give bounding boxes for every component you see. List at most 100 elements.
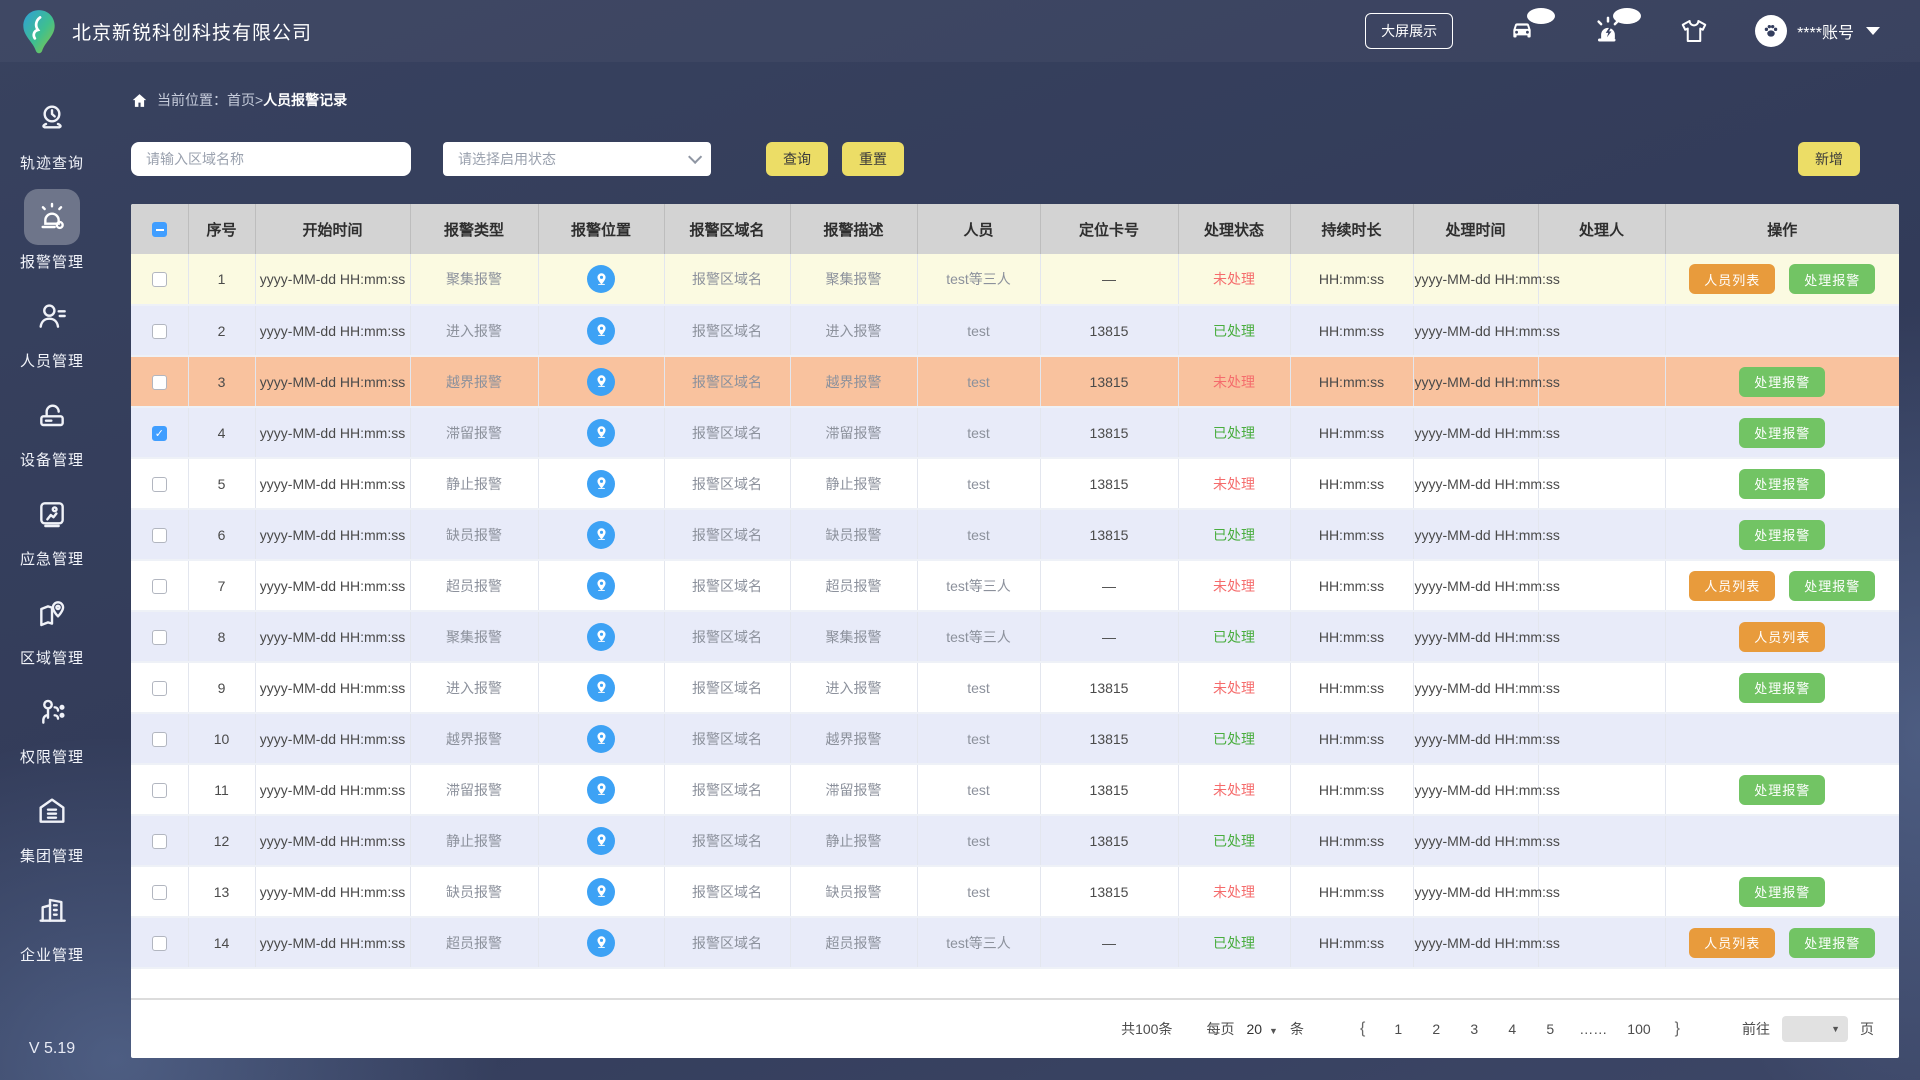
status-select[interactable]: 请选择启用状态 bbox=[443, 142, 711, 176]
search-button[interactable]: 查询 bbox=[766, 142, 828, 176]
location-pin-icon[interactable] bbox=[587, 520, 615, 549]
row-checkbox[interactable] bbox=[151, 323, 167, 339]
page-number[interactable]: 5 bbox=[1541, 1021, 1559, 1037]
map-pin-glyph bbox=[596, 630, 606, 642]
page-number[interactable]: 4 bbox=[1503, 1021, 1521, 1037]
location-pin-icon[interactable] bbox=[587, 775, 615, 804]
column-header-select bbox=[131, 204, 189, 254]
cell-start-time: yyyy-MM-dd HH:mm:ss bbox=[255, 305, 411, 357]
location-pin-icon[interactable] bbox=[587, 877, 615, 906]
person-list-button[interactable]: 人员列表 bbox=[1689, 927, 1776, 958]
handle-alarm-button[interactable]: 处理报警 bbox=[1739, 417, 1826, 448]
next-page-button[interactable]: } bbox=[1675, 1020, 1680, 1038]
account-label[interactable]: ****账号 bbox=[1797, 19, 1854, 43]
handle-alarm-button[interactable]: 处理报警 bbox=[1739, 519, 1826, 550]
home-icon[interactable] bbox=[131, 92, 148, 109]
location-pin-icon[interactable] bbox=[587, 418, 615, 447]
row-checkbox[interactable] bbox=[151, 731, 167, 747]
cell-person: test bbox=[917, 764, 1041, 816]
row-checkbox[interactable] bbox=[151, 629, 167, 645]
sidebar-item-personnel[interactable]: 人员管理 bbox=[0, 288, 104, 371]
status-badge: 未处理 bbox=[1213, 475, 1255, 492]
row-checkbox[interactable] bbox=[151, 527, 167, 543]
row-checkbox[interactable] bbox=[151, 425, 167, 441]
handle-alarm-button[interactable]: 处理报警 bbox=[1789, 570, 1876, 601]
table-row: 2 yyyy-MM-dd HH:mm:ss 进入报警 报警区域名 进入报警 test 138… bbox=[131, 305, 1899, 357]
add-button[interactable]: 新增 bbox=[1798, 142, 1860, 176]
person-list-button[interactable]: 人员列表 bbox=[1689, 570, 1776, 601]
handle-alarm-button[interactable]: 处理报警 bbox=[1739, 468, 1826, 499]
location-pin-icon[interactable] bbox=[587, 928, 615, 957]
handle-alarm-button[interactable]: 处理报警 bbox=[1789, 264, 1876, 294]
cell-area-name: 报警区域名 bbox=[664, 305, 791, 357]
select-all-checkbox[interactable] bbox=[151, 222, 167, 238]
cell-index: 10 bbox=[188, 713, 256, 765]
cell-status: 已处理 bbox=[1178, 509, 1291, 561]
enterprise-icon bbox=[24, 882, 80, 938]
page-number[interactable]: 2 bbox=[1427, 1021, 1445, 1037]
status-select-placeholder: 请选择启用状态 bbox=[458, 151, 556, 167]
alarm-siren-icon[interactable] bbox=[1591, 8, 1642, 46]
person-list-button[interactable]: 人员列表 bbox=[1689, 264, 1776, 294]
tshirt-icon[interactable] bbox=[1677, 16, 1711, 46]
cell-actions: 处理报警 bbox=[1665, 458, 1899, 510]
handle-alarm-button[interactable]: 处理报警 bbox=[1739, 672, 1826, 703]
location-pin-icon[interactable] bbox=[587, 826, 615, 855]
page-number[interactable]: 1 bbox=[1389, 1021, 1407, 1037]
user-avatar[interactable] bbox=[1755, 15, 1788, 47]
page-number[interactable]: 3 bbox=[1465, 1021, 1483, 1037]
handle-alarm-button[interactable]: 处理报警 bbox=[1739, 774, 1826, 805]
handle-alarm-button[interactable]: 处理报警 bbox=[1739, 876, 1826, 907]
sidebar-item-device[interactable]: 设备管理 bbox=[0, 387, 104, 470]
cell-select bbox=[131, 764, 189, 816]
vehicle-icon[interactable] bbox=[1505, 8, 1556, 46]
location-pin-icon[interactable] bbox=[587, 367, 615, 396]
location-pin-icon[interactable] bbox=[587, 673, 615, 702]
cell-person: test bbox=[917, 356, 1041, 408]
location-pin-icon[interactable] bbox=[587, 724, 615, 753]
cell-status: 已处理 bbox=[1178, 611, 1291, 663]
emergency-icon bbox=[24, 486, 80, 542]
row-checkbox[interactable] bbox=[151, 374, 167, 390]
sidebar-item-enterprise[interactable]: 企业管理 bbox=[0, 882, 104, 965]
cell-start-time: yyyy-MM-dd HH:mm:ss bbox=[255, 458, 411, 510]
cell-index: 6 bbox=[188, 509, 256, 561]
sidebar-item-emergency[interactable]: 应急管理 bbox=[0, 486, 104, 569]
breadcrumb-prefix: 当前位置：首页> bbox=[157, 92, 264, 108]
row-checkbox[interactable] bbox=[151, 884, 167, 900]
cell-card-no: — bbox=[1040, 611, 1179, 663]
sidebar-item-trajectory[interactable]: 轨迹查询 bbox=[0, 90, 104, 173]
breadcrumb: 当前位置：首页> 人员报警记录 bbox=[131, 90, 1899, 110]
column-header-status: 处理状态 bbox=[1178, 204, 1291, 254]
area-name-input[interactable] bbox=[131, 142, 411, 176]
sidebar-item-region[interactable]: 区域管理 bbox=[0, 585, 104, 668]
cell-status: 未处理 bbox=[1178, 356, 1291, 408]
location-pin-icon[interactable] bbox=[587, 316, 615, 345]
page-number[interactable]: …… bbox=[1579, 1021, 1607, 1037]
prev-page-button[interactable]: { bbox=[1360, 1020, 1365, 1038]
handle-alarm-button[interactable]: 处理报警 bbox=[1789, 927, 1876, 958]
handle-alarm-button[interactable]: 处理报警 bbox=[1739, 366, 1826, 397]
sidebar-item-alarm-management[interactable]: 报警管理 bbox=[0, 189, 104, 272]
big-screen-button[interactable]: 大屏展示 bbox=[1365, 13, 1454, 49]
page-size-select[interactable]: 20 bbox=[1246, 1021, 1278, 1037]
row-checkbox[interactable] bbox=[151, 476, 167, 492]
person-list-button[interactable]: 人员列表 bbox=[1739, 621, 1826, 652]
location-pin-icon[interactable] bbox=[587, 265, 615, 293]
location-pin-icon[interactable] bbox=[587, 571, 615, 600]
location-pin-icon[interactable] bbox=[587, 469, 615, 498]
row-checkbox[interactable] bbox=[151, 833, 167, 849]
row-checkbox[interactable] bbox=[151, 782, 167, 798]
row-checkbox[interactable] bbox=[151, 680, 167, 696]
goto-page-select[interactable] bbox=[1782, 1016, 1848, 1042]
row-checkbox[interactable] bbox=[151, 578, 167, 594]
table-row: 4yyyy-MM-dd HH:mm:ss滞留报警报警区域名滞留报警test138… bbox=[131, 407, 1899, 459]
location-pin-icon[interactable] bbox=[587, 622, 615, 651]
chevron-down-icon[interactable] bbox=[1866, 27, 1880, 35]
page-number[interactable]: 100 bbox=[1627, 1021, 1650, 1037]
row-checkbox[interactable] bbox=[151, 272, 167, 288]
sidebar-item-permission[interactable]: 权限管理 bbox=[0, 684, 104, 767]
reset-button[interactable]: 重置 bbox=[842, 142, 904, 176]
sidebar-item-group[interactable]: 集团管理 bbox=[0, 783, 104, 866]
row-checkbox[interactable] bbox=[151, 935, 167, 951]
